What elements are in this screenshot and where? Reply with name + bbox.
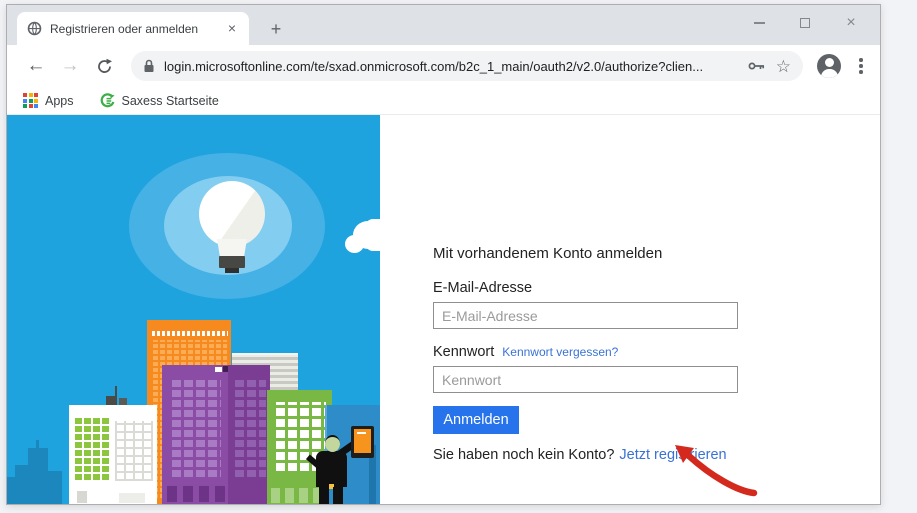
bookmark-apps[interactable]: Apps (23, 93, 74, 108)
browser-tab[interactable]: Registrieren oder anmelden × (17, 12, 249, 45)
tablet-icon (351, 426, 374, 458)
password-field[interactable] (433, 366, 738, 393)
signup-line: Sie haben noch kein Konto? Jetzt registri… (433, 447, 880, 463)
reload-button[interactable] (89, 51, 119, 81)
maximize-button[interactable] (782, 8, 828, 38)
bookmark-apps-label: Apps (45, 94, 74, 108)
bookmarks-bar: Apps Saxess Startseite (7, 87, 880, 115)
page-content: Mit vorhandenem Konto anmelden E-Mail-Ad… (7, 115, 880, 504)
minimize-button[interactable] (736, 8, 782, 38)
sign-in-button[interactable]: Anmelden (433, 406, 519, 434)
browser-toolbar: ← → login.microsoftonline.com/te/sxad.on… (7, 45, 880, 87)
signup-text: Sie haben noch kein Konto? (433, 447, 614, 463)
new-tab-button[interactable]: + (263, 17, 289, 43)
register-link[interactable]: Jetzt registrieren (619, 447, 726, 463)
email-label: E-Mail-Adresse (433, 280, 532, 296)
forward-button[interactable]: → (55, 51, 85, 81)
tab-close-icon[interactable]: × (223, 20, 241, 38)
lightbulb-icon (199, 181, 265, 247)
tab-title: Registrieren oder anmelden (50, 22, 223, 36)
address-bar[interactable]: login.microsoftonline.com/te/sxad.onmicr… (131, 51, 803, 81)
key-icon (748, 60, 766, 72)
tab-strip: Registrieren oder anmelden × + × (7, 5, 880, 45)
close-window-button[interactable]: × (828, 8, 874, 38)
bookmark-star-button[interactable]: ☆ (776, 58, 791, 75)
password-key-button[interactable] (748, 60, 766, 72)
hero-illustration (7, 115, 380, 504)
url-text: login.microsoftonline.com/te/sxad.onmicr… (164, 59, 738, 74)
window-controls: × (736, 5, 874, 41)
email-row: E-Mail-Adresse (433, 279, 880, 329)
globe-favicon-icon (27, 21, 42, 36)
minimize-icon (754, 22, 765, 24)
login-form: Mit vorhandenem Konto anmelden E-Mail-Ad… (380, 115, 880, 504)
saxess-favicon-icon (100, 93, 115, 108)
annotation-arrow (645, 432, 775, 507)
forgot-password-link[interactable]: Kennwort vergessen? (502, 345, 618, 359)
bookmark-saxess[interactable]: Saxess Startseite (100, 93, 219, 108)
avatar-icon (825, 58, 834, 67)
password-row: Kennwort Kennwort vergessen? (433, 343, 880, 393)
password-label: Kennwort (433, 344, 494, 360)
profile-avatar-button[interactable] (817, 54, 841, 78)
bookmark-saxess-label: Saxess Startseite (122, 94, 219, 108)
reload-icon (96, 58, 113, 75)
lock-icon (143, 59, 155, 73)
desktop: Registrieren oder anmelden × + × ← → (0, 0, 917, 513)
form-heading: Mit vorhandenem Konto anmelden (433, 245, 880, 262)
back-button[interactable]: ← (21, 51, 51, 81)
email-field[interactable] (433, 302, 738, 329)
apps-grid-icon (23, 93, 38, 108)
close-icon: × (846, 14, 855, 32)
building-purple (162, 365, 228, 504)
building-white (69, 405, 157, 504)
browser-window: Registrieren oder anmelden × + × ← → (6, 4, 881, 505)
maximize-icon (800, 18, 810, 28)
browser-menu-button[interactable] (851, 54, 871, 78)
